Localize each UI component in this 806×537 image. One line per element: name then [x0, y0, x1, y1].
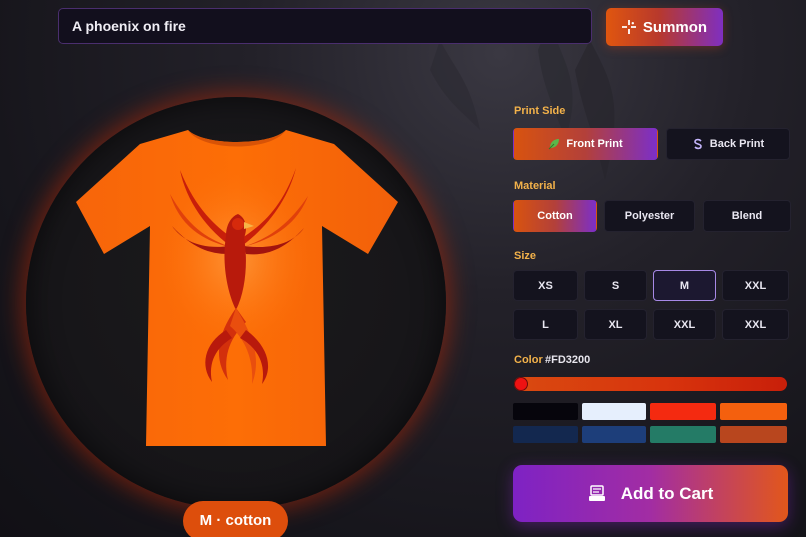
size-option-label: XXL — [744, 318, 767, 331]
color-swatch[interactable] — [582, 426, 646, 443]
size-option-l[interactable]: L — [513, 309, 578, 340]
front-print-button[interactable]: Front Print — [513, 128, 658, 160]
material-label: Material — [514, 180, 556, 192]
color-hex-value: #FD3200 — [545, 354, 591, 366]
color-label: Color — [514, 354, 543, 366]
color-slider-thumb[interactable] — [515, 378, 527, 390]
print-side-label: Print Side — [514, 105, 566, 117]
color-swatch[interactable] — [513, 403, 578, 420]
color-swatch[interactable] — [650, 426, 716, 443]
back-print-label: Back Print — [709, 138, 765, 150]
summon-button[interactable]: Summon — [606, 8, 723, 46]
material-option-label: Blend — [731, 210, 763, 222]
tshirt-preview — [76, 130, 398, 446]
material-blend[interactable]: Blend — [703, 200, 791, 232]
color-swatch[interactable] — [513, 426, 578, 443]
front-print-label: Front Print — [566, 138, 623, 150]
size-label: Size — [514, 250, 537, 262]
size-option-m[interactable]: M — [653, 270, 716, 301]
variant-badge: M · cotton — [183, 501, 288, 537]
size-option-label: XS — [538, 279, 553, 292]
size-option-label: L — [542, 318, 549, 331]
size-option-label: XXL — [744, 279, 767, 292]
leaf-icon — [549, 139, 560, 150]
back-print-button[interactable]: Back Print — [666, 128, 790, 160]
add-to-cart-button[interactable]: Add to Cart — [513, 465, 788, 522]
size-option-xs[interactable]: XS — [513, 270, 578, 301]
material-cotton[interactable]: Cotton — [513, 200, 597, 232]
material-option-label: Cotton — [537, 210, 573, 222]
size-option-xxl-3[interactable]: XXL — [722, 309, 789, 340]
size-option-xxl[interactable]: XXL — [722, 270, 789, 301]
color-swatch[interactable] — [650, 403, 716, 420]
color-hue-slider[interactable] — [514, 377, 787, 391]
color-swatch[interactable] — [582, 403, 646, 420]
material-polyester[interactable]: Polyester — [604, 200, 695, 232]
size-option-xxl-2[interactable]: XXL — [653, 309, 716, 340]
cart-receipt-icon — [588, 484, 605, 501]
prompt-input[interactable] — [58, 8, 592, 44]
color-swatch[interactable] — [720, 403, 787, 420]
color-swatch[interactable] — [720, 426, 787, 443]
size-option-s[interactable]: S — [584, 270, 647, 301]
size-option-xl[interactable]: XL — [584, 309, 647, 340]
swirl-icon — [693, 138, 702, 150]
material-option-label: Polyester — [624, 210, 675, 222]
size-option-label: S — [611, 279, 620, 292]
sparkle-icon — [621, 20, 636, 34]
size-option-label: XXL — [673, 318, 696, 331]
add-to-cart-label: Add to Cart — [620, 483, 714, 503]
size-option-label: XL — [608, 318, 623, 331]
size-option-label: M — [679, 279, 690, 292]
summon-button-label: Summon — [642, 18, 708, 36]
